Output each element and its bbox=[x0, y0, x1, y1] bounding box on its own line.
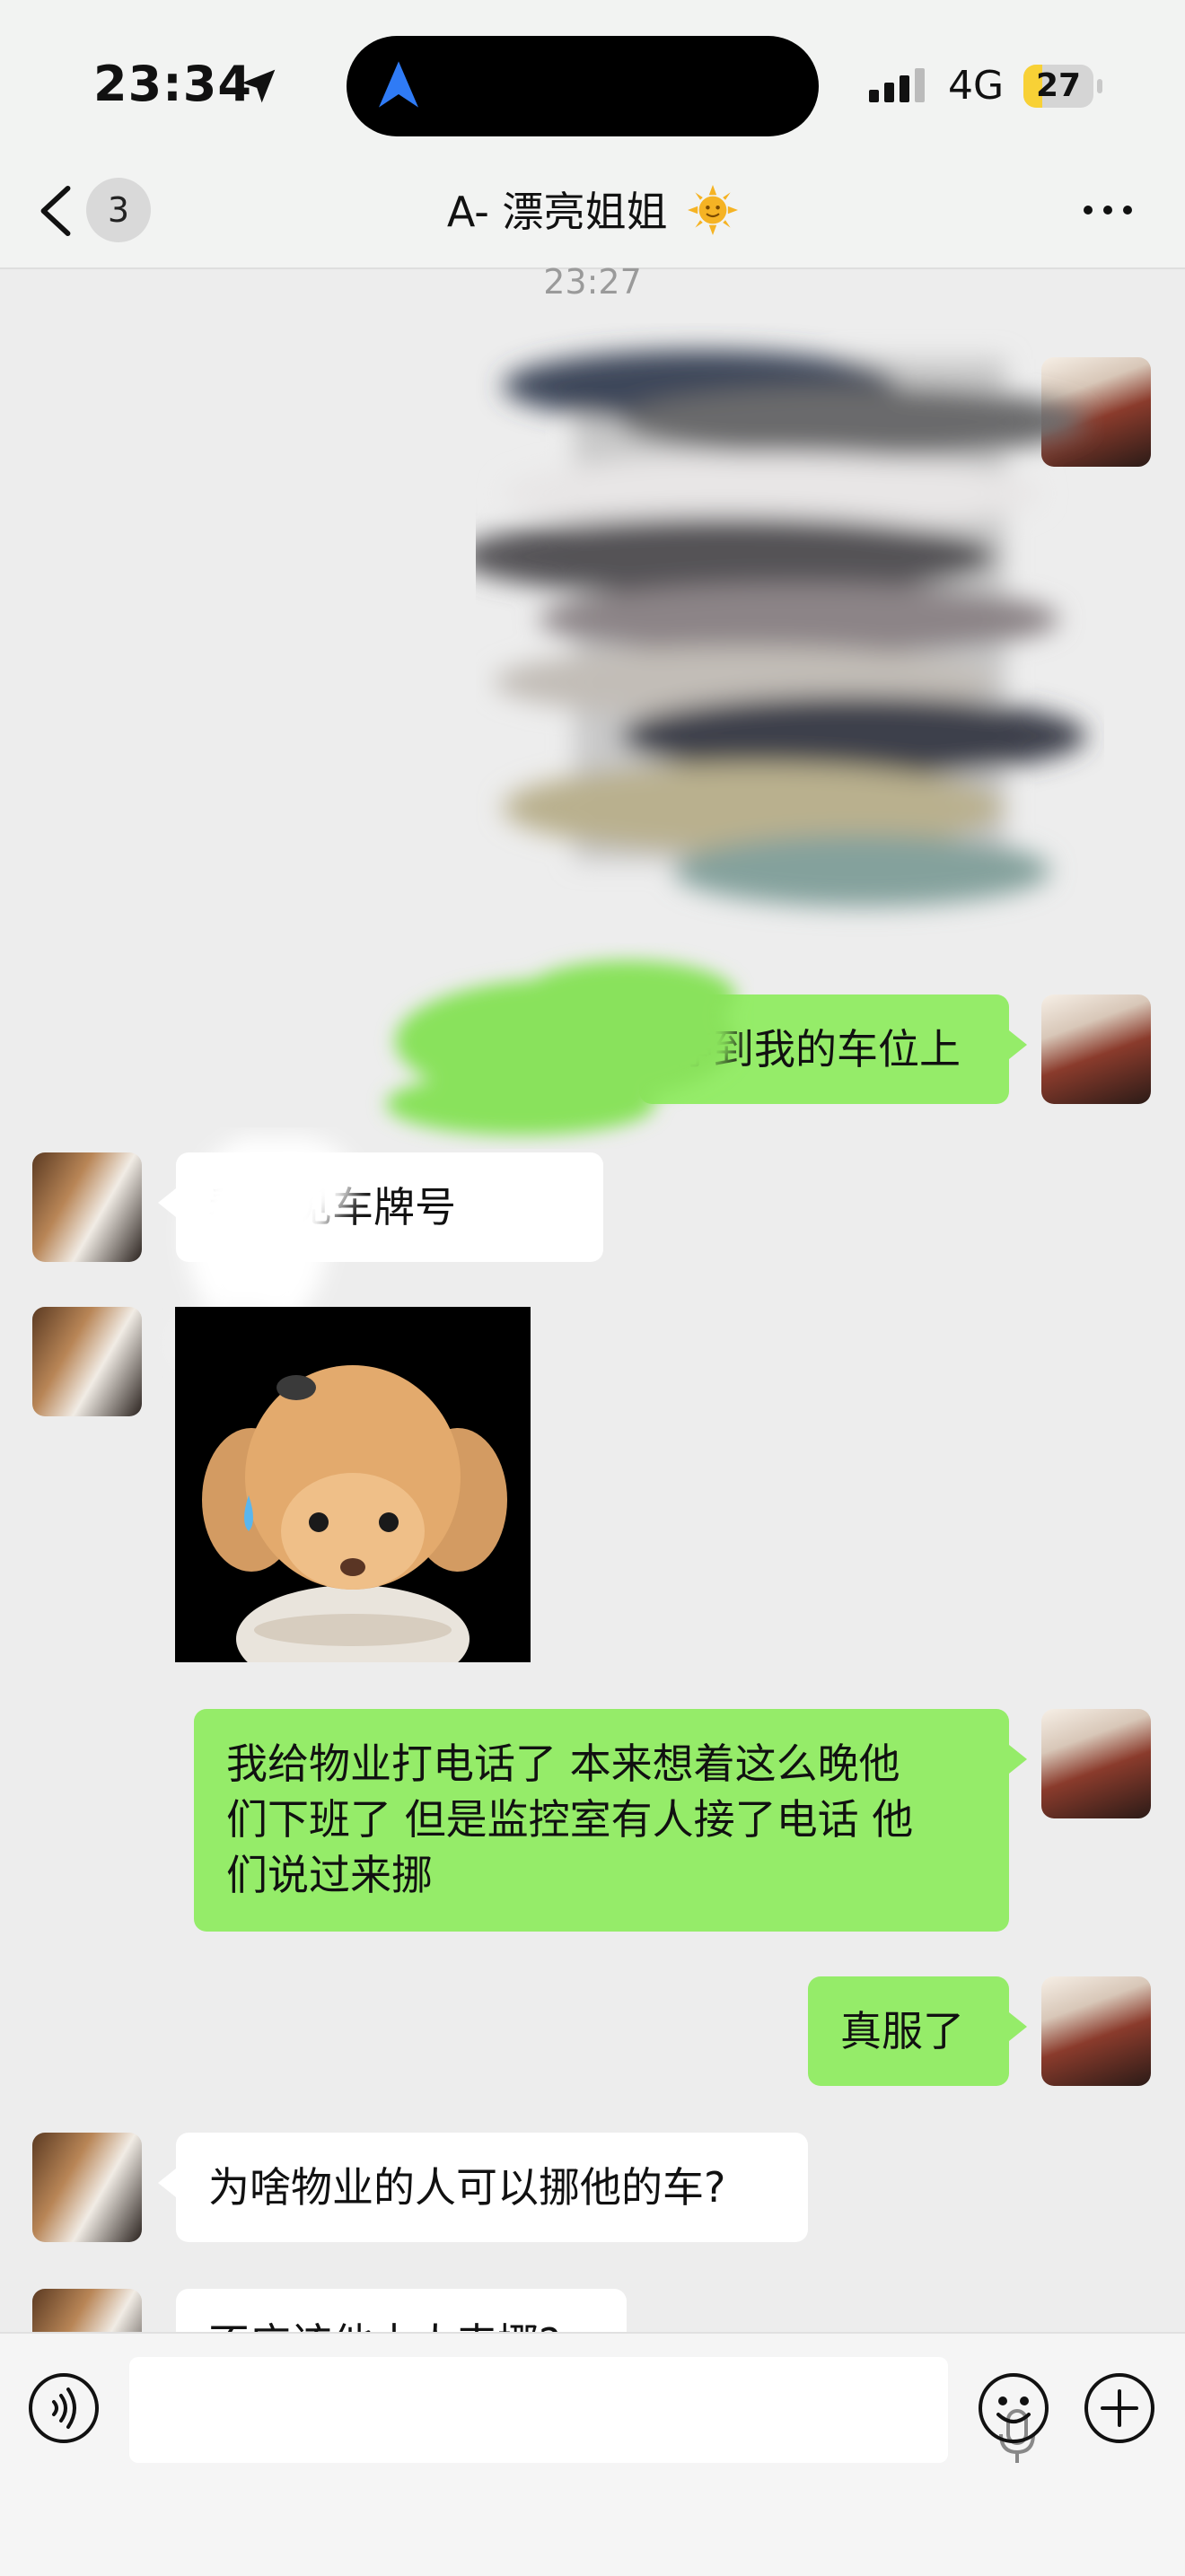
contact-avatar[interactable] bbox=[32, 2133, 142, 2242]
my-avatar[interactable] bbox=[1041, 1976, 1151, 2086]
message-text-line: 们下班了 但是监控室有人接了电话 他 bbox=[226, 1795, 914, 1844]
cellular-signal-icon bbox=[869, 68, 925, 102]
blurred-image-message[interactable] bbox=[476, 323, 1104, 951]
message-bubble-sent[interactable]: 真服了 bbox=[808, 1976, 1009, 2086]
contact-avatar[interactable] bbox=[32, 1307, 142, 1416]
message-text: 为啥物业的人可以挪他的车? bbox=[208, 2163, 726, 2212]
message-bubble-received[interactable]: 为啥物业的人可以挪他的车? bbox=[176, 2133, 808, 2242]
chat-title-text: A- 漂亮姐姐 bbox=[446, 188, 668, 236]
navigation-arrow-icon bbox=[379, 61, 418, 108]
battery-level: 27 bbox=[1035, 67, 1082, 104]
message-bubble-sent[interactable]: 我给物业打电话了 本来想着这么晚他 们下班了 但是监控室有人接了电话 他 们说过… bbox=[194, 1709, 1009, 1932]
my-avatar[interactable] bbox=[1041, 1709, 1151, 1818]
message-text-line: 我给物业打电话了 本来想着这么晚他 bbox=[226, 1739, 900, 1788]
my-avatar[interactable] bbox=[1041, 994, 1151, 1104]
chat-title: A- 漂亮姐姐 bbox=[0, 180, 1185, 239]
location-arrow-icon bbox=[241, 69, 276, 103]
status-time: 23:34 bbox=[93, 56, 252, 112]
status-bar: 23:34 4G 27 bbox=[0, 0, 1185, 153]
poodle-sticker-image bbox=[202, 1365, 507, 1662]
message-text: 真服了 bbox=[840, 2007, 964, 2055]
network-type: 4G bbox=[948, 63, 1005, 109]
more-options-icon[interactable] bbox=[1081, 203, 1135, 217]
voice-input-icon[interactable] bbox=[27, 2371, 101, 2445]
battery-indicator: 27 bbox=[1023, 65, 1102, 108]
emoji-icon[interactable] bbox=[977, 2371, 1050, 2445]
sun-emoji-icon bbox=[688, 185, 739, 235]
message-text-line: 们说过来挪 bbox=[226, 1851, 433, 1899]
message-input[interactable] bbox=[129, 2357, 1035, 2463]
contact-avatar[interactable] bbox=[32, 1152, 142, 1262]
message-timestamp: 23:27 bbox=[543, 262, 642, 302]
add-attachment-icon[interactable] bbox=[1083, 2371, 1156, 2445]
input-bar bbox=[0, 2332, 1185, 2576]
green-smear-mark bbox=[386, 960, 736, 1135]
chat-header: 3 A- 漂亮姐姐 bbox=[0, 153, 1185, 269]
sticker-message[interactable] bbox=[175, 1307, 531, 1662]
